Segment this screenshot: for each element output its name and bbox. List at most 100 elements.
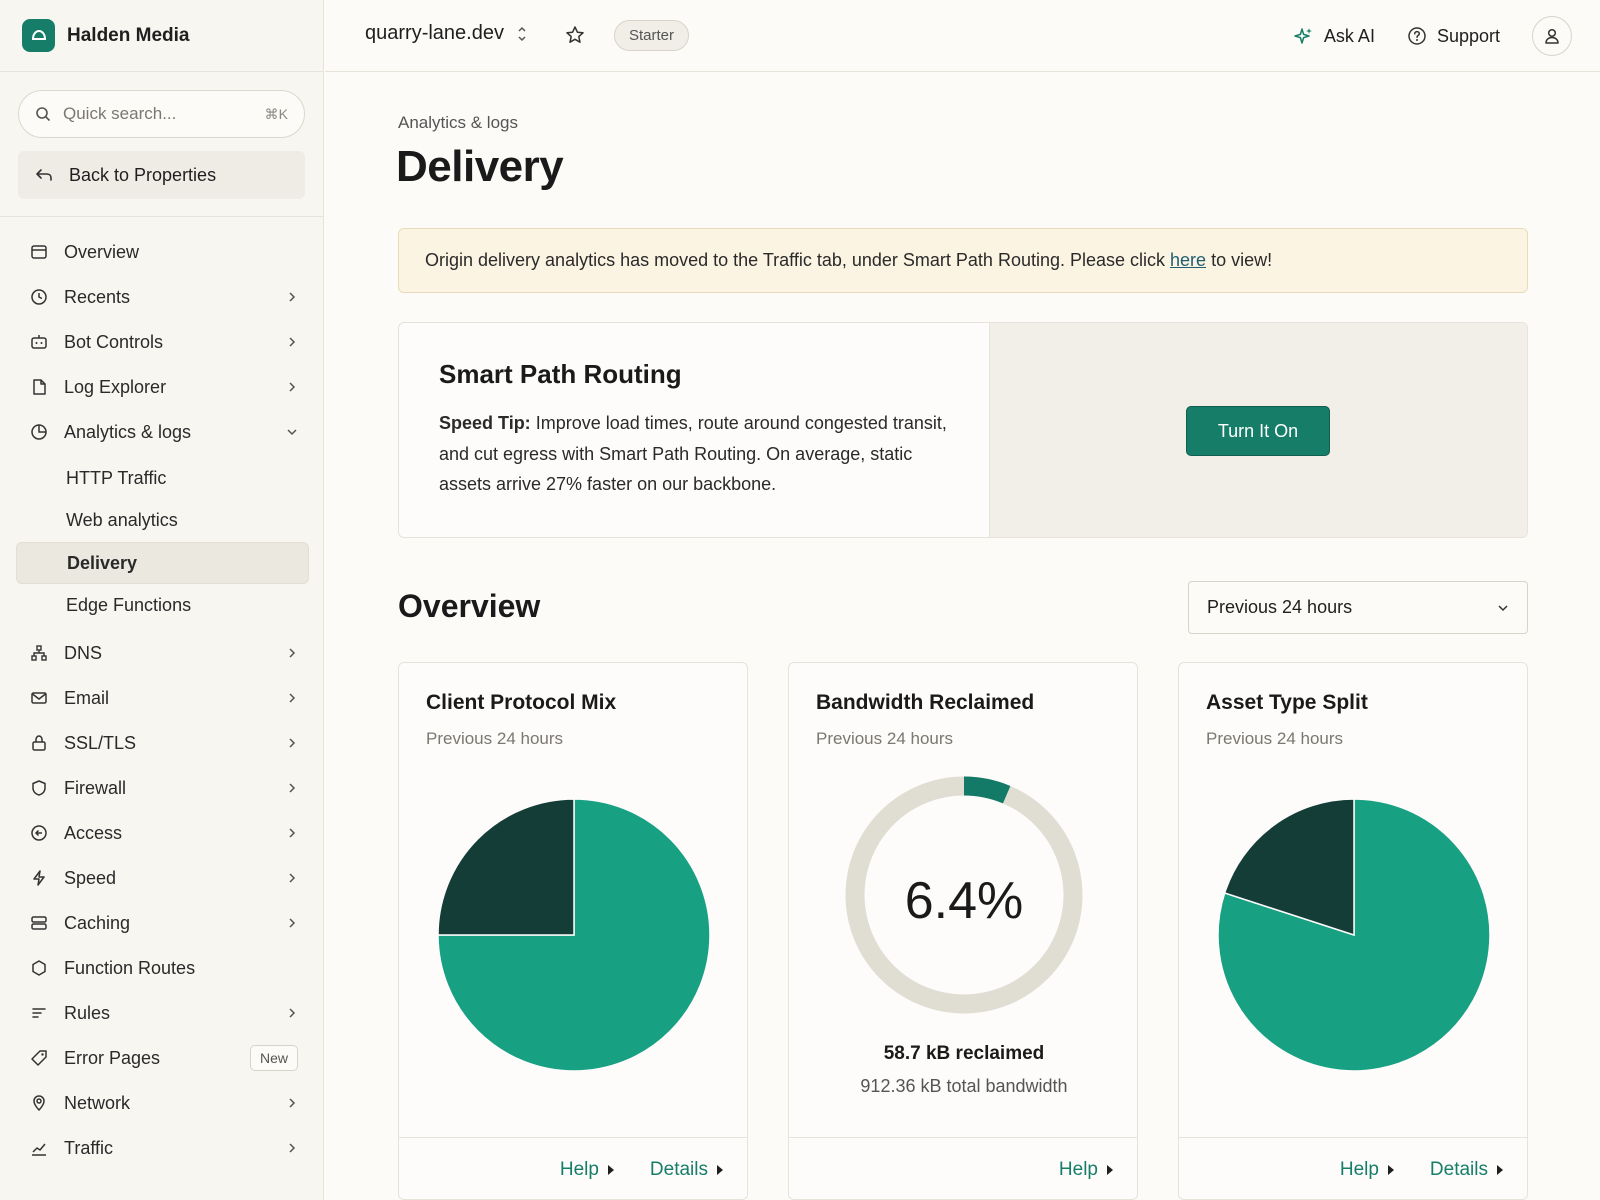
sidebar-item-firewall[interactable]: Firewall	[28, 770, 302, 806]
top-bar: quarry-lane.dev Starter Ask AI Support	[325, 0, 1600, 72]
chevron-right-icon	[282, 827, 302, 839]
file-icon	[28, 378, 50, 396]
sidebar-subitem-web-analytics[interactable]: Web analytics	[16, 499, 309, 541]
chevron-updown-icon	[518, 26, 526, 41]
sidebar-item-log-explorer[interactable]: Log Explorer	[28, 369, 302, 405]
caret-right-icon	[607, 1164, 614, 1175]
overview-heading: Overview	[398, 588, 541, 624]
sidebar-item-label: Function Routes	[64, 957, 196, 978]
caret-right-icon	[1387, 1164, 1394, 1175]
ask-ai-button[interactable]: Ask AI	[1294, 26, 1375, 47]
card-footer: Help	[789, 1137, 1137, 1199]
sidebar-item-label: Traffic	[64, 1137, 114, 1158]
chart-icon	[28, 1139, 50, 1157]
help-link[interactable]: Help	[1340, 1159, 1394, 1181]
details-link[interactable]: Details	[1430, 1159, 1503, 1181]
sidebar-divider	[0, 216, 324, 217]
pie-slice-1[interactable]	[437, 798, 575, 936]
clock-icon	[28, 288, 50, 306]
donut-value-arc[interactable]	[963, 776, 1011, 804]
sidebar-item-dns[interactable]: DNS	[28, 635, 302, 671]
total-bandwidth: 912.36 kB total bandwidth	[860, 1076, 1068, 1096]
bot-icon	[28, 333, 50, 351]
sidebar-subitem-http-traffic[interactable]: HTTP Traffic	[16, 457, 309, 499]
mail-icon	[28, 689, 50, 707]
notice-link[interactable]: here	[1170, 250, 1206, 271]
sidebar-item-recents[interactable]: Recents	[28, 279, 302, 315]
domain-switcher[interactable]: quarry-lane.dev	[365, 22, 528, 45]
sidebar: Halden Media Quick search... ⌘K Back to …	[0, 0, 324, 1200]
help-label: Help	[559, 1158, 599, 1180]
sidebar-item-ssl-tls[interactable]: SSL/TLS	[28, 725, 302, 761]
card-title: Bandwidth Reclaimed	[816, 691, 1035, 714]
sidebar-item-network[interactable]: Network	[28, 1085, 302, 1121]
asset-type-pie-chart	[1217, 798, 1491, 1072]
sidebar-item-overview[interactable]: Overview	[28, 234, 302, 270]
notice-banner: Origin delivery analytics has moved to t…	[398, 228, 1528, 293]
sidebar-item-label: Error Pages	[64, 1047, 161, 1068]
promo-title: Smart Path Routing	[439, 359, 682, 389]
sidebar-item-label: Rules	[64, 1002, 111, 1023]
sidebar-item-email[interactable]: Email	[28, 680, 302, 716]
brand-name: Halden Media	[67, 24, 190, 46]
hexagon-icon	[28, 959, 50, 977]
chevron-right-icon	[282, 1142, 302, 1154]
chevron-right-icon	[282, 291, 302, 303]
turn-it-on-button[interactable]: Turn It On	[1186, 406, 1330, 456]
sparkle-icon	[1294, 28, 1312, 44]
sidebar-item-analytics-logs[interactable]: Analytics & logs	[28, 414, 302, 450]
sidebar-item-label: Network	[64, 1092, 131, 1113]
help-link[interactable]: Help	[1059, 1159, 1113, 1181]
help-link[interactable]: Help	[560, 1159, 614, 1181]
time-period-select[interactable]: Previous 24 hours	[1188, 581, 1528, 634]
details-link[interactable]: Details	[650, 1159, 723, 1181]
support-label: Support	[1436, 25, 1500, 46]
brand[interactable]: Halden Media	[0, 0, 323, 72]
sidebar-item-caching[interactable]: Caching	[28, 905, 302, 941]
sidebar-item-label: Email	[64, 687, 110, 708]
chevron-right-icon	[282, 782, 302, 794]
details-label: Details	[1429, 1158, 1488, 1180]
shield-icon	[28, 779, 50, 797]
sidebar-item-label: Caching	[64, 912, 131, 933]
card-subtitle: Previous 24 hours	[426, 729, 564, 748]
smart-path-routing-promo: Smart Path Routing Speed Tip: Improve lo…	[398, 322, 1528, 538]
sidebar-item-traffic[interactable]: Traffic	[28, 1130, 302, 1166]
favorite-star-icon[interactable]	[565, 25, 585, 45]
sidebar-item-error-pages[interactable]: Error Pages New	[28, 1040, 302, 1076]
sidebar-item-speed[interactable]: Speed	[28, 860, 302, 896]
breadcrumb[interactable]: Analytics & logs	[398, 113, 518, 133]
back-label: Back to Properties	[69, 164, 217, 185]
back-to-properties-button[interactable]: Back to Properties	[18, 151, 305, 199]
sidebar-subitem-delivery[interactable]: Delivery	[16, 542, 309, 584]
help-circle-icon	[1408, 27, 1426, 45]
client-protocol-mix-card: Client Protocol Mix Previous 24 hours He…	[398, 662, 748, 1200]
asset-type-split-card: Asset Type Split Previous 24 hours Help …	[1178, 662, 1528, 1200]
protocol-mix-pie-chart	[437, 798, 711, 1072]
chevron-right-icon	[282, 1097, 302, 1109]
sidebar-subitem-edge-functions[interactable]: Edge Functions	[16, 584, 309, 626]
reclaimed-amount: 58.7 kB reclaimed	[883, 1043, 1045, 1064]
chevron-right-icon	[282, 336, 302, 348]
ask-ai-label: Ask AI	[1323, 25, 1375, 46]
overview-icon	[28, 243, 50, 261]
support-button[interactable]: Support	[1407, 26, 1500, 47]
promo-content: Smart Path Routing Speed Tip: Improve lo…	[399, 323, 990, 537]
promo-action-panel: Turn It On	[990, 323, 1527, 537]
chevron-down-icon	[282, 428, 302, 436]
back-arrow-icon	[36, 169, 52, 181]
lock-icon	[28, 734, 50, 752]
chevron-right-icon	[282, 381, 302, 393]
card-footer: Help Details	[1179, 1137, 1527, 1199]
brand-logo-icon	[22, 19, 55, 52]
search-input[interactable]: Quick search... ⌘K	[18, 90, 305, 138]
sidebar-item-function-routes[interactable]: Function Routes	[28, 950, 302, 986]
sidebar-item-rules[interactable]: Rules	[28, 995, 302, 1031]
bandwidth-reclaimed-card: Bandwidth Reclaimed Previous 24 hours 6.…	[788, 662, 1138, 1200]
user-avatar-button[interactable]	[1532, 16, 1572, 56]
sidebar-item-label: DNS	[64, 642, 103, 663]
search-placeholder: Quick search...	[63, 104, 177, 123]
search-icon	[36, 107, 51, 122]
sidebar-item-bot-controls[interactable]: Bot Controls	[28, 324, 302, 360]
sidebar-item-access[interactable]: Access	[28, 815, 302, 851]
